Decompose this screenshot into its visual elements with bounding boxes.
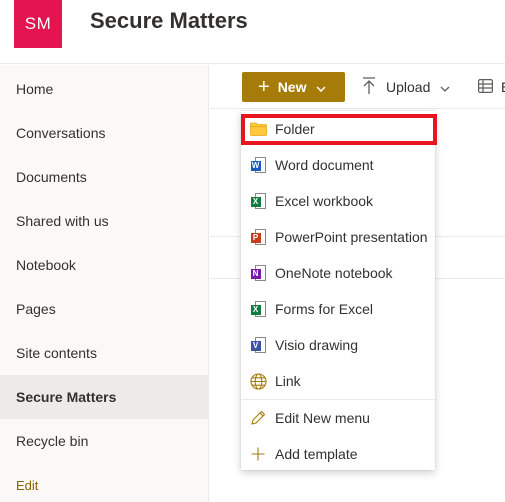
menu-item-label: Excel workbook <box>275 193 374 209</box>
sidebar-item-label: Home <box>16 81 54 97</box>
menu-item-link[interactable]: Link <box>241 363 435 399</box>
upload-button[interactable]: Upload <box>362 72 450 102</box>
sidebar-item-recycle-bin[interactable]: Recycle bin <box>0 419 209 463</box>
sidebar-item-label: Secure Matters <box>16 389 117 405</box>
sidebar-item-pages[interactable]: Pages <box>0 287 209 331</box>
menu-item-label: Folder <box>275 121 315 137</box>
menu-item-label: Link <box>275 373 301 389</box>
site-header: SM Secure Matters <box>0 0 505 64</box>
menu-item-powerpoint-presentation[interactable]: P PowerPoint presentation <box>241 219 435 255</box>
chevron-down-icon <box>440 79 450 95</box>
onenote-icon: N <box>249 264 267 282</box>
site-logo[interactable]: SM <box>14 0 62 48</box>
menu-item-visio-drawing[interactable]: V Visio drawing <box>241 327 435 363</box>
excel-icon: X <box>249 192 267 210</box>
pencil-icon <box>249 409 267 427</box>
sidebar-item-conversations[interactable]: Conversations <box>0 111 209 155</box>
visio-icon: V <box>249 336 267 354</box>
sidebar-item-notebook[interactable]: Notebook <box>0 243 209 287</box>
menu-item-folder[interactable]: Folder <box>241 111 435 147</box>
sidebar-item-label: Documents <box>16 169 87 185</box>
menu-item-label: Forms for Excel <box>275 301 374 317</box>
menu-item-label: OneNote notebook <box>275 265 393 281</box>
new-button[interactable]: + New <box>242 72 345 102</box>
menu-item-forms-for-excel[interactable]: X Forms for Excel <box>241 291 435 327</box>
forms-icon: X <box>249 300 267 318</box>
menu-item-label: Add template <box>275 446 358 462</box>
plus-icon: + <box>258 76 270 98</box>
menu-item-word-document[interactable]: W Word document <box>241 147 435 183</box>
command-bar: + New Upload E <box>210 65 505 109</box>
menu-item-label: Visio drawing <box>275 337 359 353</box>
upload-arrow-icon <box>362 76 376 98</box>
word-icon: W <box>249 156 267 174</box>
powerpoint-icon: P <box>249 228 267 246</box>
sidebar-item-documents[interactable]: Documents <box>0 155 209 199</box>
menu-item-onenote-notebook[interactable]: N OneNote notebook <box>241 255 435 291</box>
upload-button-label: Upload <box>386 79 431 95</box>
sidebar-item-label: Edit <box>16 477 39 493</box>
menu-item-label: Word document <box>275 157 374 173</box>
sidebar-item-label: Pages <box>16 301 56 317</box>
site-logo-text: SM <box>24 14 52 33</box>
globe-icon <box>249 372 267 390</box>
sidebar-item-shared-with-us[interactable]: Shared with us <box>0 199 209 243</box>
left-navigation: Home Conversations Documents Shared with… <box>0 65 209 502</box>
menu-item-edit-new-menu[interactable]: Edit New menu <box>241 400 435 436</box>
menu-item-label: PowerPoint presentation <box>275 229 428 245</box>
site-title[interactable]: Secure Matters <box>90 8 248 34</box>
menu-item-excel-workbook[interactable]: X Excel workbook <box>241 183 435 219</box>
sidebar-edit-link[interactable]: Edit <box>0 463 209 502</box>
new-menu: Folder W Word document X Excel workbook … <box>241 111 435 470</box>
sidebar-item-site-contents[interactable]: Site contents <box>0 331 209 375</box>
new-button-label: New <box>277 79 307 95</box>
sidebar-item-home[interactable]: Home <box>0 67 209 111</box>
sidebar-item-label: Conversations <box>16 125 106 141</box>
sidebar-item-label: Shared with us <box>16 213 109 229</box>
sidebar-item-label: Site contents <box>16 345 97 361</box>
sidebar-item-secure-matters[interactable]: Secure Matters <box>0 375 209 419</box>
edit-in-grid-view-label: E <box>501 79 505 95</box>
plus-icon <box>249 445 267 463</box>
sidebar-item-label: Notebook <box>16 257 76 273</box>
sidebar-item-label: Recycle bin <box>16 433 89 449</box>
grid-icon <box>478 78 494 96</box>
menu-item-add-template[interactable]: Add template <box>241 436 435 472</box>
folder-icon <box>249 120 267 138</box>
menu-item-label: Edit New menu <box>275 410 370 426</box>
chevron-down-icon <box>316 79 327 95</box>
edit-in-grid-view-button[interactable]: E <box>478 72 505 102</box>
